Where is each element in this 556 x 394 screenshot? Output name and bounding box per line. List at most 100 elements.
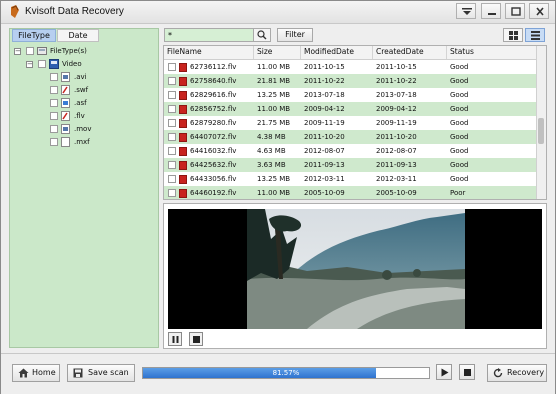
cell-created: 2011-10-15 [376,63,417,71]
tree-item-label: .mov [74,125,92,133]
flv-file-icon [179,133,187,142]
filter-button[interactable]: Filter [277,28,313,42]
root-checkbox[interactable] [26,47,34,55]
tree-item-swf[interactable]: .swf [50,85,150,96]
table-row[interactable]: 64433056.flv 13.25 MB 2012-03-11 2012-03-11… [164,172,538,186]
close-button[interactable] [529,3,549,19]
stop-scan-button[interactable] [459,364,475,380]
tab-filetype[interactable]: FileType [12,29,56,42]
cell-status: Good [450,133,469,141]
window-title: Kvisoft Data Recovery [25,6,124,17]
column-header-filename[interactable]: FileName [164,46,254,59]
row-checkbox[interactable] [168,119,176,127]
stop-preview-button[interactable] [189,332,203,346]
row-checkbox[interactable] [168,161,176,169]
stop-icon [193,336,200,343]
row-checkbox[interactable] [168,105,176,113]
video-checkbox[interactable] [38,60,46,68]
tree-item-mov[interactable]: .mov [50,124,150,135]
flv-checkbox[interactable] [50,112,58,120]
recovery-button[interactable]: Recovery [487,364,547,382]
row-checkbox[interactable] [168,175,176,183]
row-checkbox[interactable] [168,91,176,99]
restore-icon [511,7,521,16]
home-button[interactable]: Home [12,364,60,382]
play-button[interactable] [436,364,452,380]
table-row[interactable]: 62829616.flv 13.25 MB 2013-07-18 2013-07-18… [164,88,538,102]
cell-size: 11.00 MB [257,63,291,71]
asf-checkbox[interactable] [50,99,58,107]
tree-item-mxf[interactable]: .mxf [50,137,150,148]
table-row[interactable]: 62856752.flv 11.00 MB 2009-04-12 2009-04-12… [164,102,538,116]
column-header-status[interactable]: Status [447,46,538,59]
flv-file-icon [179,175,187,184]
save-scan-button[interactable]: Save scan [67,364,135,382]
restore-button[interactable] [505,3,525,19]
flv-file-icon [179,105,187,114]
mov-checkbox[interactable] [50,125,58,133]
column-header-created[interactable]: CreatedDate [373,46,447,59]
minimize-icon [488,13,496,15]
cell-created: 2011-10-20 [376,133,417,141]
app-icon [11,5,19,18]
cell-status: Good [450,91,469,99]
flv-file-icon [179,119,187,128]
tree-item-label: .swf [74,86,89,94]
video-player[interactable] [168,209,542,329]
cell-size: 21.81 MB [257,77,291,85]
cell-size: 11.00 MB [257,189,291,197]
row-checkbox[interactable] [168,77,176,85]
cell-created: 2009-04-12 [376,105,417,113]
cell-size: 11.00 MB [257,105,291,113]
row-checkbox[interactable] [168,133,176,141]
table-row[interactable]: 62736112.flv 11.00 MB 2011-10-15 2011-10-15… [164,60,538,74]
tab-date[interactable]: Date [57,29,99,42]
avi-checkbox[interactable] [50,73,58,81]
home-icon [18,368,29,378]
table-scrollbar[interactable] [536,46,546,199]
search-button[interactable] [253,29,270,41]
cell-name: 62736112.flv [190,63,237,71]
table-row[interactable]: 64425632.flv 3.63 MB 2011-09-13 2011-09-13 G… [164,158,538,172]
cell-modified: 2013-07-18 [304,91,345,99]
home-label: Home [32,368,56,377]
tree-item-avi[interactable]: .avi [50,72,150,83]
row-checkbox[interactable] [168,63,176,71]
collapse-toggle[interactable]: − [26,61,33,68]
pause-button[interactable] [168,332,182,346]
flv-file-icon [61,111,70,121]
table-row[interactable]: 64407072.flv 4.38 MB 2011-10-20 2011-10-20 G… [164,130,538,144]
cell-modified: 2012-08-07 [304,147,345,155]
column-header-modified[interactable]: ModifiedDate [301,46,373,59]
grid-view-icon [509,31,518,40]
menu-button[interactable] [456,3,476,19]
title-bar: Kvisoft Data Recovery [1,1,555,24]
cell-modified: 2011-10-15 [304,63,345,71]
tree-root-label: FileType(s) [50,47,87,55]
table-row[interactable]: 62879280.flv 21.75 MB 2009-11-19 2009-11-19… [164,116,538,130]
cell-name: 62829616.flv [190,91,237,99]
search-input[interactable] [165,29,255,41]
table-row[interactable]: 64416032.flv 4.63 MB 2012-08-07 2012-08-07 G… [164,144,538,158]
cell-modified: 2011-10-22 [304,77,345,85]
table-header: FileName Size ModifiedDate CreatedDate S… [164,46,538,60]
cell-created: 2005-10-09 [376,189,417,197]
cell-size: 4.63 MB [257,147,286,155]
table-row[interactable]: 62758640.flv 21.81 MB 2011-10-22 2011-10-22… [164,74,538,88]
row-checkbox[interactable] [168,147,176,155]
swf-checkbox[interactable] [50,86,58,94]
column-header-size[interactable]: Size [254,46,301,59]
row-checkbox[interactable] [168,189,176,197]
minimize-button[interactable] [481,3,501,19]
tree-item-flv[interactable]: .flv [50,111,150,122]
mxf-checkbox[interactable] [50,138,58,146]
cell-status: Good [450,175,469,183]
collapse-toggle[interactable]: − [14,48,21,55]
list-view-button[interactable] [525,28,545,42]
table-row[interactable]: 64460192.flv 11.00 MB 2005-10-09 2005-10-09… [164,186,538,199]
scrollbar-thumb[interactable] [538,118,544,144]
tree-item-asf[interactable]: .asf [50,98,150,109]
tree-group-label: Video [62,60,82,68]
cell-name: 64460192.flv [190,189,237,197]
grid-view-button[interactable] [503,28,523,42]
